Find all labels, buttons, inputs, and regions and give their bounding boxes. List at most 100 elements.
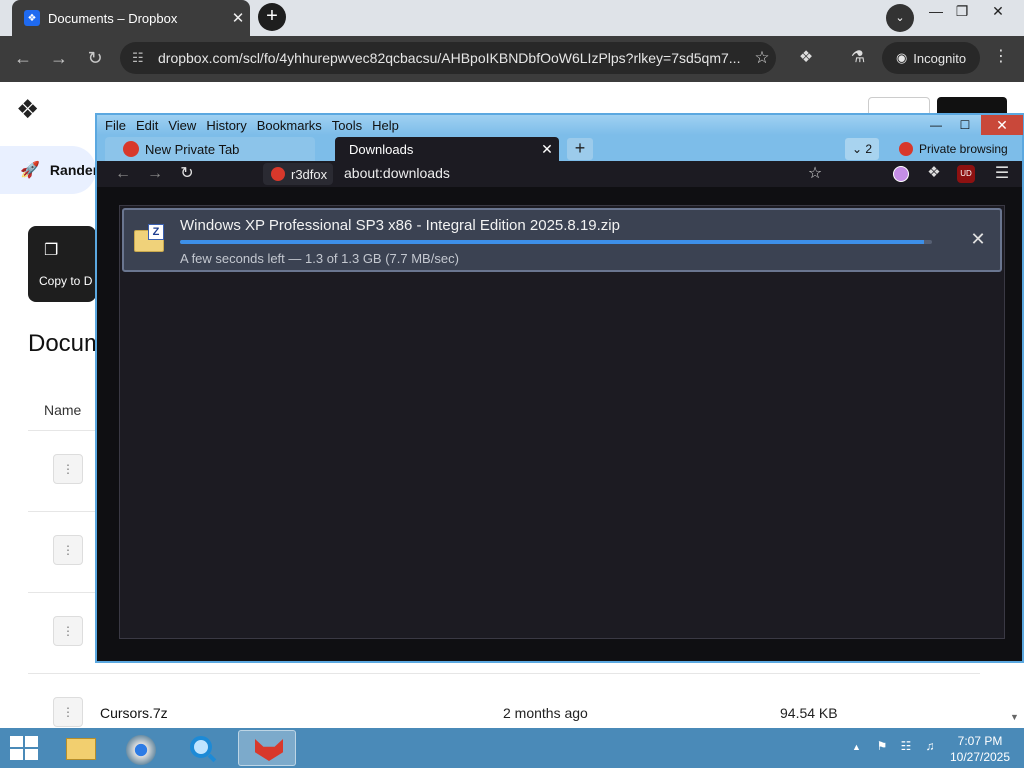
chrome-menu-icon[interactable]: ⋮ xyxy=(990,46,1012,70)
chrome-tab-documents[interactable]: ❖ Documents – Dropbox ✕ xyxy=(12,0,250,36)
tab-downloads[interactable]: Downloads ✕ xyxy=(335,137,559,161)
url-bar[interactable]: about:downloads xyxy=(344,165,450,181)
new-tab-button[interactable]: + xyxy=(567,138,593,160)
download-progress-bar xyxy=(180,240,932,244)
rocket-icon: 🚀 xyxy=(20,162,40,179)
tab-label: Downloads xyxy=(349,141,414,157)
private-browsing-indicator: Private browsing xyxy=(899,139,1015,159)
file-name[interactable]: Cursors.7z xyxy=(100,705,168,721)
page-title: Docum xyxy=(28,330,96,357)
menu-tools[interactable]: Tools xyxy=(332,118,362,133)
column-header-name[interactable]: Name xyxy=(44,402,81,418)
labs-flask-icon[interactable]: ⚗ xyxy=(846,47,870,71)
downloads-list: Z Windows XP Professional SP3 x86 - Inte… xyxy=(119,205,1005,639)
start-button[interactable] xyxy=(10,736,40,762)
zip-badge: Z xyxy=(148,224,164,240)
file-size: 94.54 KB xyxy=(780,705,838,721)
bookmark-star-icon[interactable]: ☆ xyxy=(748,48,776,68)
copy-icon: ❐ xyxy=(44,242,59,259)
extensions-icon[interactable]: ❖ xyxy=(794,47,818,71)
back-button[interactable]: ← xyxy=(109,161,137,187)
close-icon[interactable]: ✕ xyxy=(535,141,559,158)
site-settings-icon[interactable]: ☷ xyxy=(132,50,148,66)
zip-file-icon: ⋮ xyxy=(53,616,83,646)
download-status: A few seconds left — 1.3 of 1.3 GB (7.7 … xyxy=(180,251,459,266)
dropbox-logo-icon[interactable]: ❖ xyxy=(16,96,44,124)
reload-button[interactable]: ↻ xyxy=(80,44,110,74)
address-bar-url[interactable]: dropbox.com/scl/fo/4yhhurepwvec82qcbacsu… xyxy=(158,50,748,66)
windows-logo-pane xyxy=(25,749,38,760)
menu-history[interactable]: History xyxy=(206,118,246,133)
magnifier-handle xyxy=(207,753,217,763)
incognito-indicator[interactable]: ◉ Incognito xyxy=(882,42,980,74)
windows-logo-pane xyxy=(25,736,38,747)
taskbar-file-explorer[interactable] xyxy=(52,730,110,766)
zip-file-icon: ⋮ xyxy=(53,454,83,484)
zip-file-icon: ⋮ xyxy=(53,697,83,727)
r3dfox-icon xyxy=(255,739,283,761)
reload-button[interactable]: ↻ xyxy=(173,161,201,187)
taskbar-chrome[interactable] xyxy=(112,730,170,766)
file-modified: 2 months ago xyxy=(503,705,588,721)
download-filename: Windows XP Professional SP3 x86 - Integr… xyxy=(180,217,620,234)
file-explorer-icon xyxy=(66,738,96,760)
windows-logo-pane xyxy=(10,736,23,747)
private-browsing-icon xyxy=(123,141,139,157)
menu-bar: File Edit View History Bookmarks Tools H… xyxy=(97,115,1022,135)
identity-label: r3dfox xyxy=(291,166,328,182)
windows-logo-pane xyxy=(10,749,23,760)
chrome-maximize-button[interactable]: ❐ xyxy=(944,0,980,24)
window-maximize-button[interactable]: ☐ xyxy=(952,115,978,135)
menu-edit[interactable]: Edit xyxy=(136,118,158,133)
cancel-download-button[interactable]: ✕ xyxy=(966,228,990,252)
bookmark-star-icon[interactable]: ☆ xyxy=(803,163,827,183)
chrome-icon xyxy=(126,735,156,765)
chrome-tab-title: Documents – Dropbox xyxy=(48,10,178,26)
show-hidden-icons-button[interactable]: ▲ xyxy=(852,742,861,752)
forward-button[interactable]: → xyxy=(141,161,169,187)
scroll-down-arrow-icon[interactable]: ▼ xyxy=(1010,712,1019,722)
forward-button[interactable]: → xyxy=(44,44,74,74)
network-icon[interactable]: ☷ xyxy=(898,739,914,755)
window-close-button[interactable]: ✕ xyxy=(981,115,1023,135)
navigation-toolbar: ← → ↻ r3dfox about:downloads ☆ ❖ UD ☰ xyxy=(97,161,1022,187)
menu-bookmarks[interactable]: Bookmarks xyxy=(257,118,322,133)
list-all-tabs-button[interactable]: ⌄ 2 xyxy=(845,138,879,160)
ublock-origin-icon[interactable]: UD xyxy=(957,165,975,183)
volume-muted-icon[interactable]: ♫ xyxy=(922,739,938,755)
private-browsing-icon xyxy=(899,142,913,156)
sidebar-item-label: Randen xyxy=(49,162,102,178)
zip-file-icon: Z xyxy=(134,224,166,254)
action-center-flag-icon[interactable]: ⚑ xyxy=(874,739,890,755)
taskbar: ▲ ⚑ ☷ ♫ 7:07 PM 10/27/2025 xyxy=(0,728,1024,768)
tab-bar: New Private Tab Downloads ✕ + ⌄ 2 Privat… xyxy=(97,135,1022,161)
tab-label: New Private Tab xyxy=(145,141,240,157)
sidebar-item-render[interactable]: 🚀 Randen xyxy=(0,146,101,194)
window-minimize-button[interactable]: — xyxy=(923,115,949,135)
incognito-icon: ◉ xyxy=(895,50,908,65)
close-icon[interactable]: ✕ xyxy=(226,9,250,27)
taskbar-magnifier[interactable] xyxy=(174,730,232,766)
copy-to-dropbox-button[interactable]: ❐ Copy to D xyxy=(28,226,96,302)
tab-search-button[interactable]: ⌄ xyxy=(886,4,914,32)
zip-file-icon: ⋮ xyxy=(53,535,83,565)
clock-time[interactable]: 7:07 PM xyxy=(946,734,1014,748)
tab-new-private-tab[interactable]: New Private Tab xyxy=(105,137,315,161)
back-button[interactable]: ← xyxy=(8,44,38,74)
download-item[interactable]: Z Windows XP Professional SP3 x86 - Inte… xyxy=(122,208,1002,272)
extensions-icon[interactable]: ❖ xyxy=(923,163,945,181)
clock-date[interactable]: 10/27/2025 xyxy=(946,750,1014,764)
r3dfox-window: File Edit View History Bookmarks Tools H… xyxy=(95,113,1024,663)
account-avatar-icon[interactable] xyxy=(893,166,909,182)
menu-help[interactable]: Help xyxy=(372,118,399,133)
identity-box[interactable]: r3dfox xyxy=(263,163,333,185)
download-progress-fill xyxy=(180,240,925,244)
menu-view[interactable]: View xyxy=(168,118,196,133)
address-bar[interactable]: ☷ dropbox.com/scl/fo/4yhhurepwvec82qcbac… xyxy=(120,42,776,74)
menu-file[interactable]: File xyxy=(105,118,126,133)
app-menu-icon[interactable]: ☰ xyxy=(991,163,1013,183)
new-tab-button[interactable]: + xyxy=(258,3,286,31)
chrome-close-button[interactable]: ✕ xyxy=(980,0,1016,24)
taskbar-r3dfox[interactable] xyxy=(238,730,296,766)
table-divider xyxy=(28,673,980,674)
